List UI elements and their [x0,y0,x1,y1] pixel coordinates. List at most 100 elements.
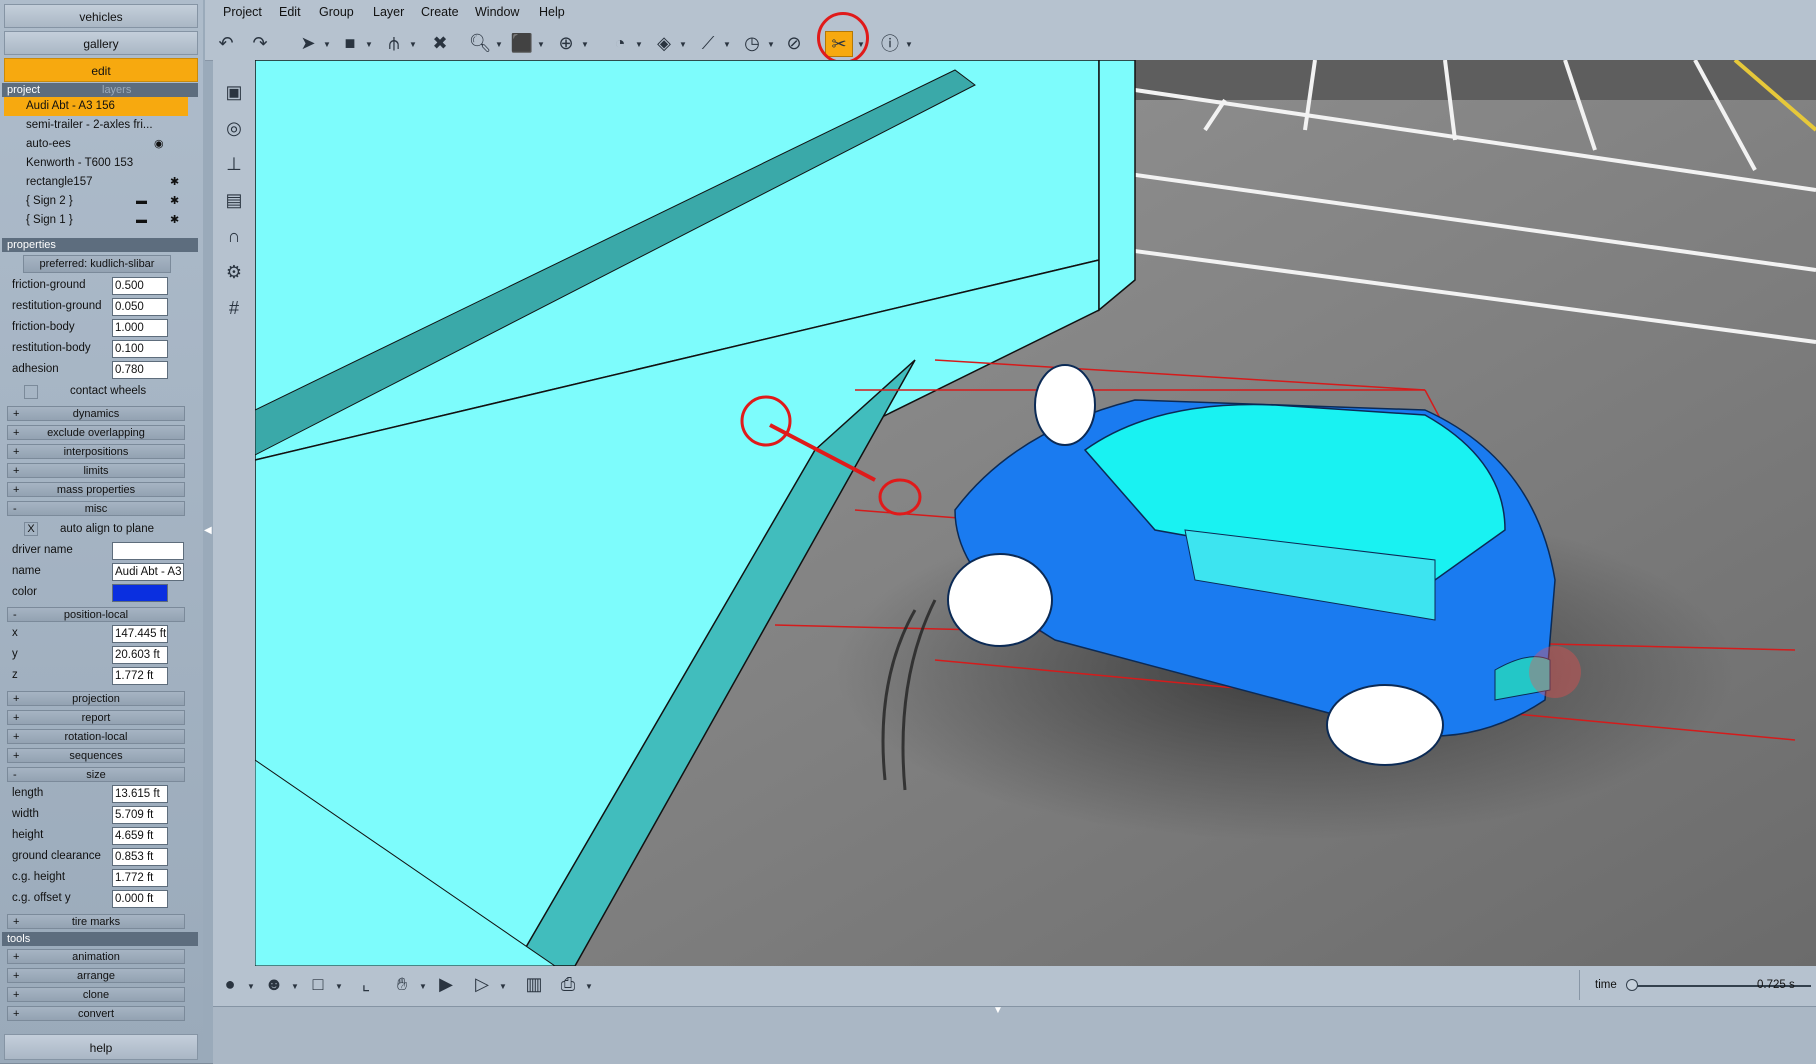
section-rotation-local[interactable]: + rotation-local [7,729,185,744]
edit-button[interactable]: edit [4,58,198,82]
collapse-arrow-icon[interactable]: ◀ [204,525,212,536]
menu-project[interactable]: Project [223,5,262,19]
time-slider-thumb[interactable] [1626,979,1638,991]
prop-value-field[interactable]: 20.603 ft [112,646,168,664]
preferred-model-button[interactable]: preferred: kudlich-slibar [23,255,171,273]
step-icon[interactable]: ▷ [469,972,495,996]
prop-value-field[interactable]: 0.100 [112,340,168,358]
undo-icon[interactable]: ↶ [213,31,239,55]
help-icon[interactable]: ⓘ [877,31,903,55]
3d-viewport[interactable] [255,60,1816,966]
graph-icon[interactable]: ⌞ [353,972,379,996]
scene-render[interactable] [255,60,1816,966]
prop-value-field[interactable]: 0.000 ft [112,890,168,908]
select-arrow-icon[interactable]: ➤ [295,31,321,55]
tab-project[interactable]: project [7,83,102,97]
target-icon[interactable]: ◎ [219,114,249,142]
contact-wheels-checkbox[interactable] [24,385,38,399]
snowflake-icon[interactable]: ✱ [170,192,179,211]
panel-collapse-strip[interactable]: ◀ [203,0,213,1063]
prop-value-field[interactable]: 147.445 ft [112,625,168,643]
tree-icon[interactable]: ⫛ [381,31,407,55]
section-interpositions[interactable]: + interpositions [7,444,185,459]
plane-icon[interactable]: ◈ [651,31,677,55]
play-icon[interactable]: ▶ [433,972,459,996]
eye-icon[interactable]: ◉ [154,135,164,154]
prop-value-field[interactable]: 0.500 [112,277,168,295]
project-item[interactable]: semi-trailer - 2-axles fri... [4,116,188,135]
document-icon[interactable]: ▥ [521,972,547,996]
section-projection[interactable]: + projection [7,691,185,706]
project-item[interactable]: Kenworth - T600 153 [4,154,188,173]
rectangle-select-icon[interactable]: ■ [337,31,363,55]
redo-icon[interactable]: ↷ [247,31,273,55]
camera-icon[interactable]: ▣ [219,78,249,106]
section-tire-marks[interactable]: + tire marks [7,914,185,929]
vehicles-button[interactable]: vehicles [4,4,198,28]
project-item[interactable]: Audi Abt - A3 156 [4,97,188,116]
snowflake-icon[interactable]: ✱ [170,211,179,230]
auto-align-checkbox[interactable]: X [24,522,38,536]
prop-value-field[interactable]: 1.772 ft [112,869,168,887]
section-size[interactable]: - size [7,767,185,782]
menu-group[interactable]: Group [319,5,354,19]
move-icon[interactable]: ⊕ [553,31,579,55]
folder-icon[interactable]: ▬ [136,192,147,211]
hand-icon[interactable]: ✋︎ [389,972,415,996]
section-misc[interactable]: - misc [7,501,185,516]
snowflake-icon[interactable]: ✱ [170,173,179,192]
head-icon[interactable]: ☻ [261,972,287,996]
project-item[interactable]: rectangle157 ✱ [4,173,188,192]
section-limits[interactable]: + limits [7,463,185,478]
gauge-icon[interactable]: ◔ [607,31,633,55]
section-exclude-overlapping[interactable]: + exclude overlapping [7,425,185,440]
help-button[interactable]: help [4,1034,198,1060]
section-dynamics[interactable]: + dynamics [7,406,185,421]
compass-icon[interactable]: ⊘ [781,31,807,55]
prop-value-field[interactable]: 0.853 ft [112,848,168,866]
magnet-icon[interactable]: ∩ [219,222,249,250]
driver-name-field[interactable] [112,542,184,560]
photo-icon[interactable]: ▤ [219,186,249,214]
dial-icon[interactable]: ◷ [739,31,765,55]
delete-icon[interactable]: ✖ [427,31,453,55]
measure-icon[interactable]: ⟋ [695,31,721,55]
menu-layer[interactable]: Layer [373,5,404,19]
prop-value-field[interactable]: 1.000 [112,319,168,337]
section-mass-properties[interactable]: + mass properties [7,482,185,497]
tool-convert[interactable]: + convert [7,1006,185,1021]
project-item[interactable]: { Sign 2 } ▬ ✱ [4,192,188,211]
gears-icon[interactable]: ⚙ [219,258,249,286]
tool-clone[interactable]: + clone [7,987,185,1002]
prop-value-field[interactable]: 0.050 [112,298,168,316]
tool-animation[interactable]: + animation [7,949,185,964]
grid-icon[interactable]: # [219,294,249,322]
menu-help[interactable]: Help [539,5,565,19]
project-item[interactable]: { Sign 1 } ▬ ✱ [4,211,188,230]
prop-value-field[interactable]: 13.615 ft [112,785,168,803]
name-field[interactable]: Audi Abt - A3 156 [112,563,184,581]
tab-layers[interactable]: layers [102,83,197,97]
section-report[interactable]: + report [7,710,185,725]
print-icon[interactable]: ⎙ [555,972,581,996]
project-item[interactable]: auto-ees ◉ [4,135,188,154]
menu-edit[interactable]: Edit [279,5,301,19]
zoom-icon[interactable]: 🔍︎ [467,31,493,55]
gallery-button[interactable]: gallery [4,31,198,55]
axes-icon[interactable]: ⊥ [219,150,249,178]
folder-icon[interactable]: ▬ [136,211,147,230]
prop-value-field[interactable]: 5.709 ft [112,806,168,824]
prop-value-field[interactable]: 1.772 ft [112,667,168,685]
section-sequences[interactable]: + sequences [7,748,185,763]
expand-arrow-icon[interactable]: ▼ [993,1005,1003,1016]
frame-icon[interactable]: □ [305,972,331,996]
section-position-local[interactable]: - position-local [7,607,185,622]
sphere-icon[interactable]: ● [217,972,243,996]
tool-arrange[interactable]: + arrange [7,968,185,983]
color-swatch[interactable] [112,584,168,602]
menu-create[interactable]: Create [421,5,459,19]
menu-window[interactable]: Window [475,5,519,19]
cube-icon[interactable]: ⬛ [509,31,535,55]
prop-value-field[interactable]: 0.780 [112,361,168,379]
prop-value-field[interactable]: 4.659 ft [112,827,168,845]
